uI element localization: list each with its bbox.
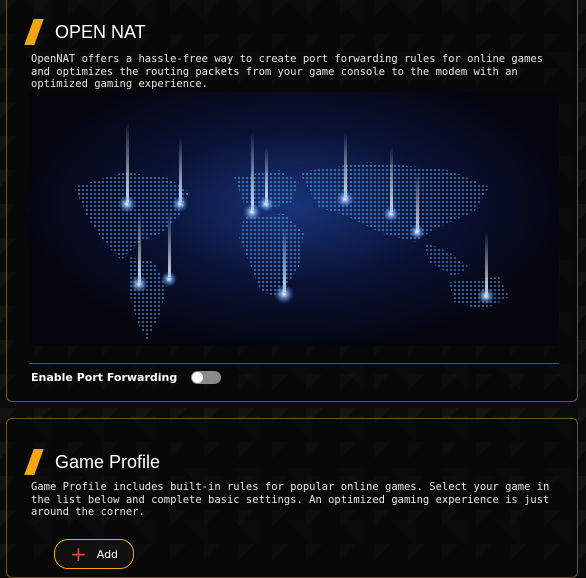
game-profile-header: Game Profile xyxy=(24,449,161,475)
port-forwarding-label: Enable Port Forwarding xyxy=(31,371,178,384)
add-game-profile-button[interactable]: + Add xyxy=(54,539,134,569)
game-profile-title: Game Profile xyxy=(55,451,161,472)
world-map-graphic xyxy=(74,122,509,340)
world-map-illustration xyxy=(29,92,559,346)
accent-stripe xyxy=(24,19,44,45)
open-nat-card: OPEN NAT OpenNAT offers a hassle-free wa… xyxy=(6,0,578,402)
game-profile-description: Game Profile includes built-in rules for… xyxy=(31,481,550,518)
divider xyxy=(29,363,559,364)
game-profile-card: Game Profile Game Profile includes built… xyxy=(6,418,578,578)
open-nat-description: OpenNAT offers a hassle-free way to crea… xyxy=(31,53,544,90)
open-nat-header: OPEN NAT xyxy=(24,19,146,45)
port-forwarding-toggle[interactable] xyxy=(191,371,222,384)
toggle-knob xyxy=(192,372,204,383)
plus-icon: + xyxy=(69,542,87,566)
add-button-label: Add xyxy=(96,547,119,561)
open-nat-title: OPEN NAT xyxy=(55,21,146,42)
accent-stripe xyxy=(24,449,44,475)
port-forwarding-row: Enable Port Forwarding xyxy=(31,371,222,384)
